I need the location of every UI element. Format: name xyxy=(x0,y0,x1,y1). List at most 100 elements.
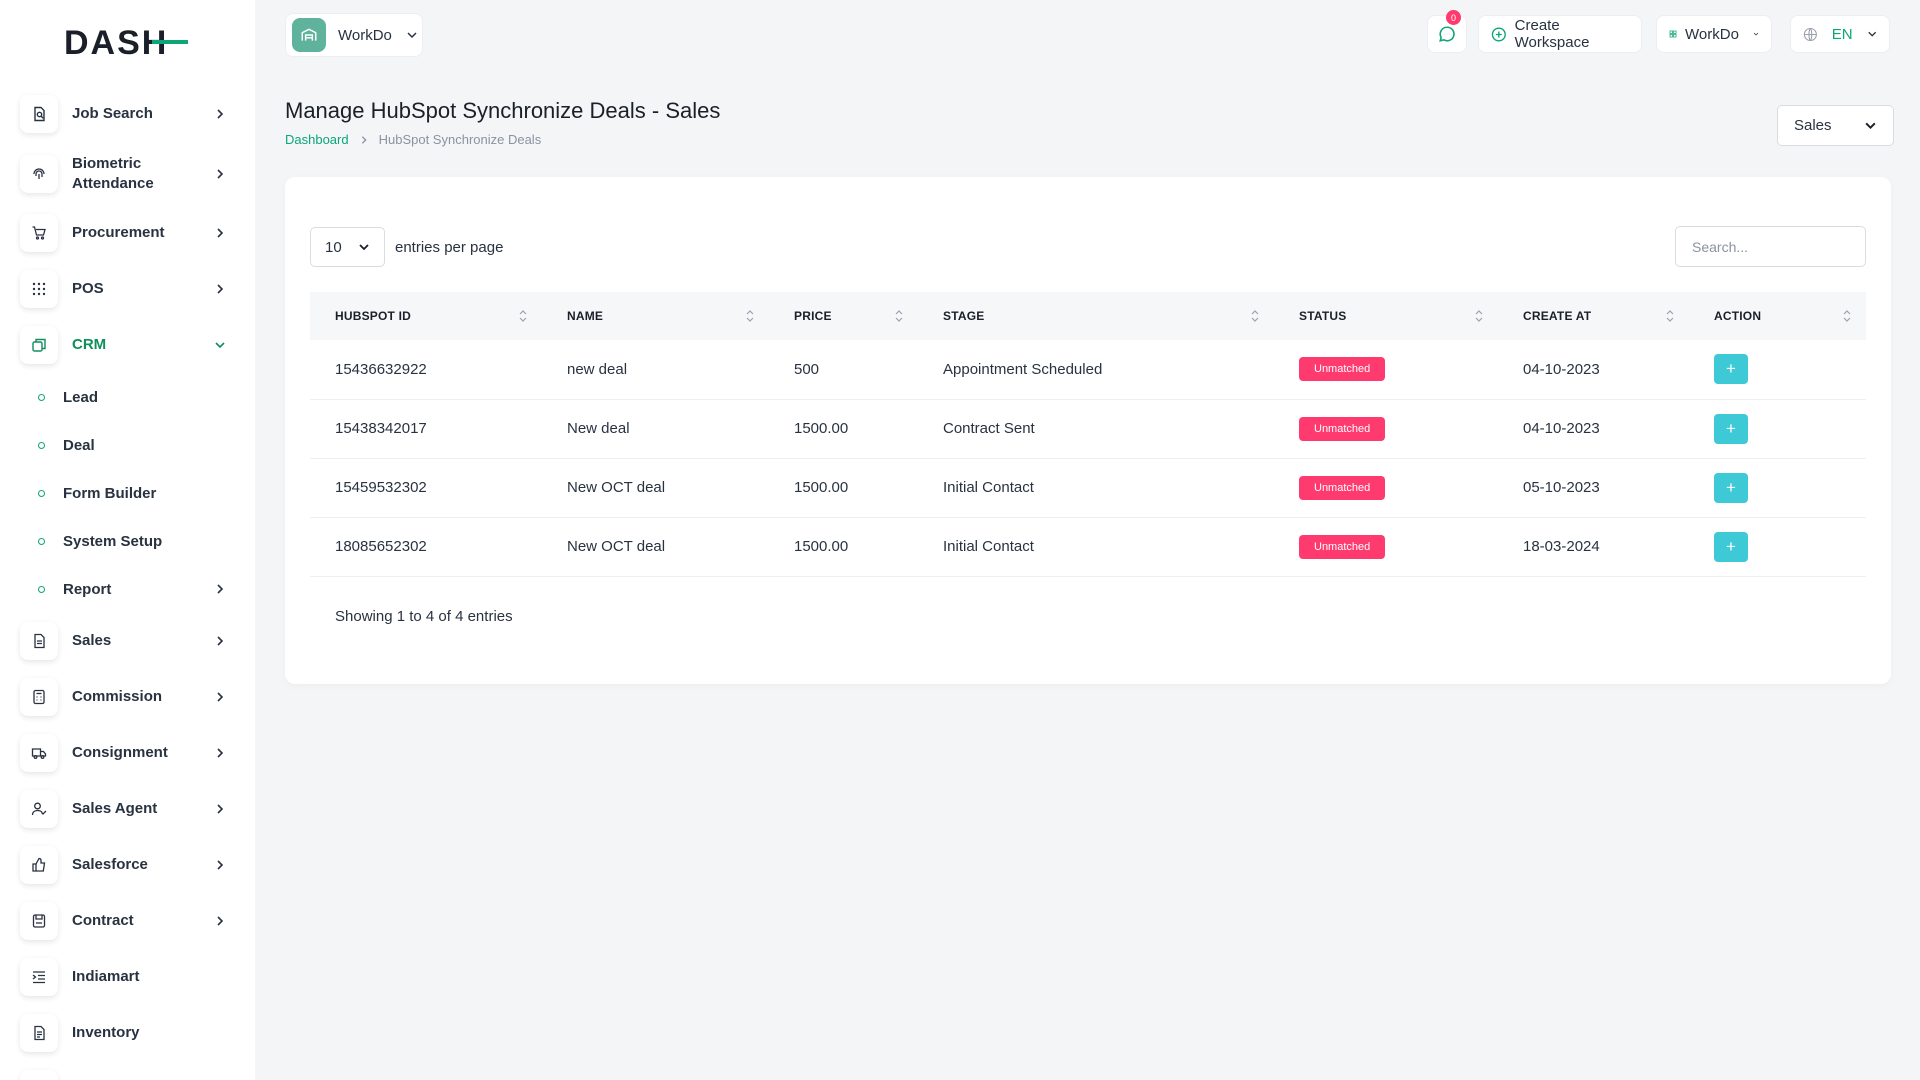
table-row: 15438342017 New deal 1500.00 Contract Se… xyxy=(310,399,1866,458)
sidebar-item-sales-agent[interactable]: Sales Agent xyxy=(20,787,230,831)
deals-card: 10 entries per page HubSpot ID Name Pric… xyxy=(285,177,1891,684)
sidebar-subitem-label: System Setup xyxy=(63,532,163,550)
workspace-switcher[interactable]: WorkDo xyxy=(285,13,423,57)
sidebar-item-consignment[interactable]: Consignment xyxy=(20,731,230,775)
column-header-label: Stage xyxy=(943,309,985,323)
column-header-action[interactable]: Action xyxy=(1689,292,1866,340)
deals-table: HubSpot ID Name Price Stage Status Creat… xyxy=(310,292,1866,577)
page-title: Manage HubSpot Synchronize Deals - Sales xyxy=(285,98,721,123)
sidebar-item-commission[interactable]: Commission xyxy=(20,675,230,719)
sidebar-item-job-search[interactable]: Job Search xyxy=(20,92,230,136)
cell-create-at: 18-03-2024 xyxy=(1523,538,1600,555)
entries-per-page-select[interactable]: 10 xyxy=(310,227,385,267)
cell-hubspot-id: 15459532302 xyxy=(335,479,427,496)
column-header-price[interactable]: Price xyxy=(769,292,918,340)
sidebar-item-label: Biometric Attendance xyxy=(72,155,154,192)
column-header-status[interactable]: Status xyxy=(1274,292,1498,340)
status-badge: Unmatched xyxy=(1299,475,1386,500)
chevron-down-icon xyxy=(1865,122,1876,130)
column-header-label: Price xyxy=(794,309,832,323)
cell-stage: Initial Contact xyxy=(943,538,1034,555)
chevron-right-icon xyxy=(217,692,224,702)
dash-logo[interactable]: DASH xyxy=(64,24,188,58)
sidebar-item-crm[interactable]: CRM xyxy=(20,323,230,367)
chevron-right-icon xyxy=(217,804,224,814)
chevron-right-icon xyxy=(217,284,224,294)
sidebar-item-inventory[interactable]: Inventory xyxy=(20,1011,230,1055)
cell-action: + xyxy=(1689,458,1866,517)
create-workspace-label: Create Workspace xyxy=(1514,17,1590,51)
sidebar-subitem-label: Deal xyxy=(63,436,95,454)
sidebar-item-sales[interactable]: Sales xyxy=(20,619,230,663)
cell-name: New deal xyxy=(567,420,630,437)
grid-icon xyxy=(20,270,58,308)
sidebar-subitem-deal[interactable]: Deal xyxy=(38,431,230,459)
sidebar-item-more[interactable] xyxy=(20,1067,230,1080)
job-search-icon xyxy=(20,95,58,133)
sidebar-item-contract[interactable]: Contract xyxy=(20,899,230,943)
column-header-label: Status xyxy=(1299,309,1347,323)
column-header-label: Action xyxy=(1714,309,1762,323)
cell-stage: Contract Sent xyxy=(943,420,1035,437)
add-button[interactable]: + xyxy=(1714,472,1748,503)
sidebar-item-biometric-attendance[interactable]: Biometric Attendance xyxy=(20,152,230,196)
cell-name: new deal xyxy=(567,360,628,378)
sidebar-item-label: Consignment xyxy=(72,744,168,761)
cell-create-at: 04-10-2023 xyxy=(1523,360,1600,378)
status-badge: Unmatched xyxy=(1299,416,1386,441)
cell-stage: Appointment Scheduled xyxy=(943,360,1103,378)
workspace-menu-button[interactable]: WorkDo xyxy=(1656,15,1772,53)
cell-hubspot-id: 18085652302 xyxy=(335,538,427,555)
sidebar-item-indiamart[interactable]: Indiamart xyxy=(20,955,230,999)
apps-icon xyxy=(1669,30,1677,38)
sidebar-subitem-report[interactable]: Report xyxy=(38,575,230,603)
column-header-name[interactable]: Name xyxy=(542,292,769,340)
plus-circle-icon xyxy=(1491,26,1506,42)
pipeline-filter-select[interactable]: Sales xyxy=(1777,105,1894,146)
add-button[interactable]: + xyxy=(1714,354,1748,385)
add-button[interactable]: + xyxy=(1714,531,1748,562)
column-header-create-at[interactable]: Create At xyxy=(1498,292,1689,340)
cell-status: Unmatched xyxy=(1274,340,1498,399)
sidebar-item-label: Indiamart xyxy=(72,968,140,985)
chevron-right-icon xyxy=(361,135,367,144)
language-selector[interactable]: EN xyxy=(1790,15,1890,53)
messages-button[interactable]: 0 xyxy=(1427,10,1467,53)
column-header-hubspot-id[interactable]: HubSpot ID xyxy=(310,292,542,340)
language-label: EN xyxy=(1831,25,1853,43)
sidebar-item-label: Sales xyxy=(72,632,112,649)
bullet-icon xyxy=(38,537,45,545)
workspace-name: WorkDo xyxy=(338,26,392,44)
sidebar-item-label: CRM xyxy=(72,336,107,353)
sidebar-item-label: Commission xyxy=(72,688,163,705)
bullet-icon xyxy=(38,393,45,401)
create-workspace-button[interactable]: Create Workspace xyxy=(1478,15,1642,53)
sidebar-subitem-lead[interactable]: Lead xyxy=(38,383,230,411)
sidebar-item-procurement[interactable]: Procurement xyxy=(20,211,230,255)
sidebar-subitem-form-builder[interactable]: Form Builder xyxy=(38,479,230,507)
chevron-down-icon xyxy=(1867,31,1876,37)
sidebar-item-pos[interactable]: POS xyxy=(20,267,230,311)
chevron-right-icon xyxy=(217,169,224,179)
workspace-avatar xyxy=(292,18,326,52)
table-info: Showing 1 to 4 of 4 entries xyxy=(335,608,513,625)
cell-create-at: 05-10-2023 xyxy=(1523,479,1600,496)
breadcrumb: Dashboard HubSpot Synchronize Deals xyxy=(285,132,541,147)
status-badge: Unmatched xyxy=(1299,534,1386,559)
truck-icon xyxy=(20,734,58,772)
column-header-label: Name xyxy=(567,309,604,323)
add-button[interactable]: + xyxy=(1714,413,1748,444)
chat-icon xyxy=(1439,26,1455,42)
sort-icon xyxy=(1251,310,1259,322)
cell-action: + xyxy=(1689,399,1866,458)
cell-action: + xyxy=(1689,517,1866,576)
sidebar-subitem-system-setup[interactable]: System Setup xyxy=(38,527,230,555)
search-input[interactable] xyxy=(1675,226,1866,267)
breadcrumb-dashboard-link[interactable]: Dashboard xyxy=(285,132,349,147)
sort-icon xyxy=(1475,310,1483,322)
sort-icon xyxy=(895,310,903,322)
column-header-stage[interactable]: Stage xyxy=(918,292,1274,340)
status-badge: Unmatched xyxy=(1299,357,1386,382)
sidebar-item-salesforce[interactable]: Salesforce xyxy=(20,843,230,887)
inventory-icon xyxy=(20,1014,58,1052)
